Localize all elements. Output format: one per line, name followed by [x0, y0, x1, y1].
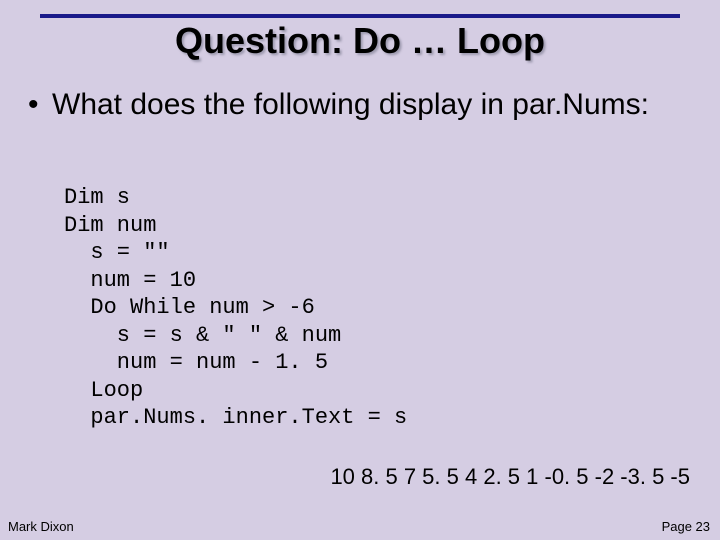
code-block: Dim s Dim num s = "" num = 10 Do While n… [64, 184, 407, 432]
bullet-dot: • [28, 86, 52, 124]
title-rule [40, 14, 680, 18]
slide-title: Question: Do … Loop [0, 20, 720, 62]
bullet-text: •What does the following display in par.… [28, 86, 692, 124]
bullet-content: What does the following display in par.N… [52, 88, 649, 121]
footer-page: Page 23 [662, 519, 710, 534]
answer-text: 10 8. 5 7 5. 5 4 2. 5 1 -0. 5 -2 -3. 5 -… [330, 464, 690, 490]
footer-author: Mark Dixon [8, 519, 74, 534]
